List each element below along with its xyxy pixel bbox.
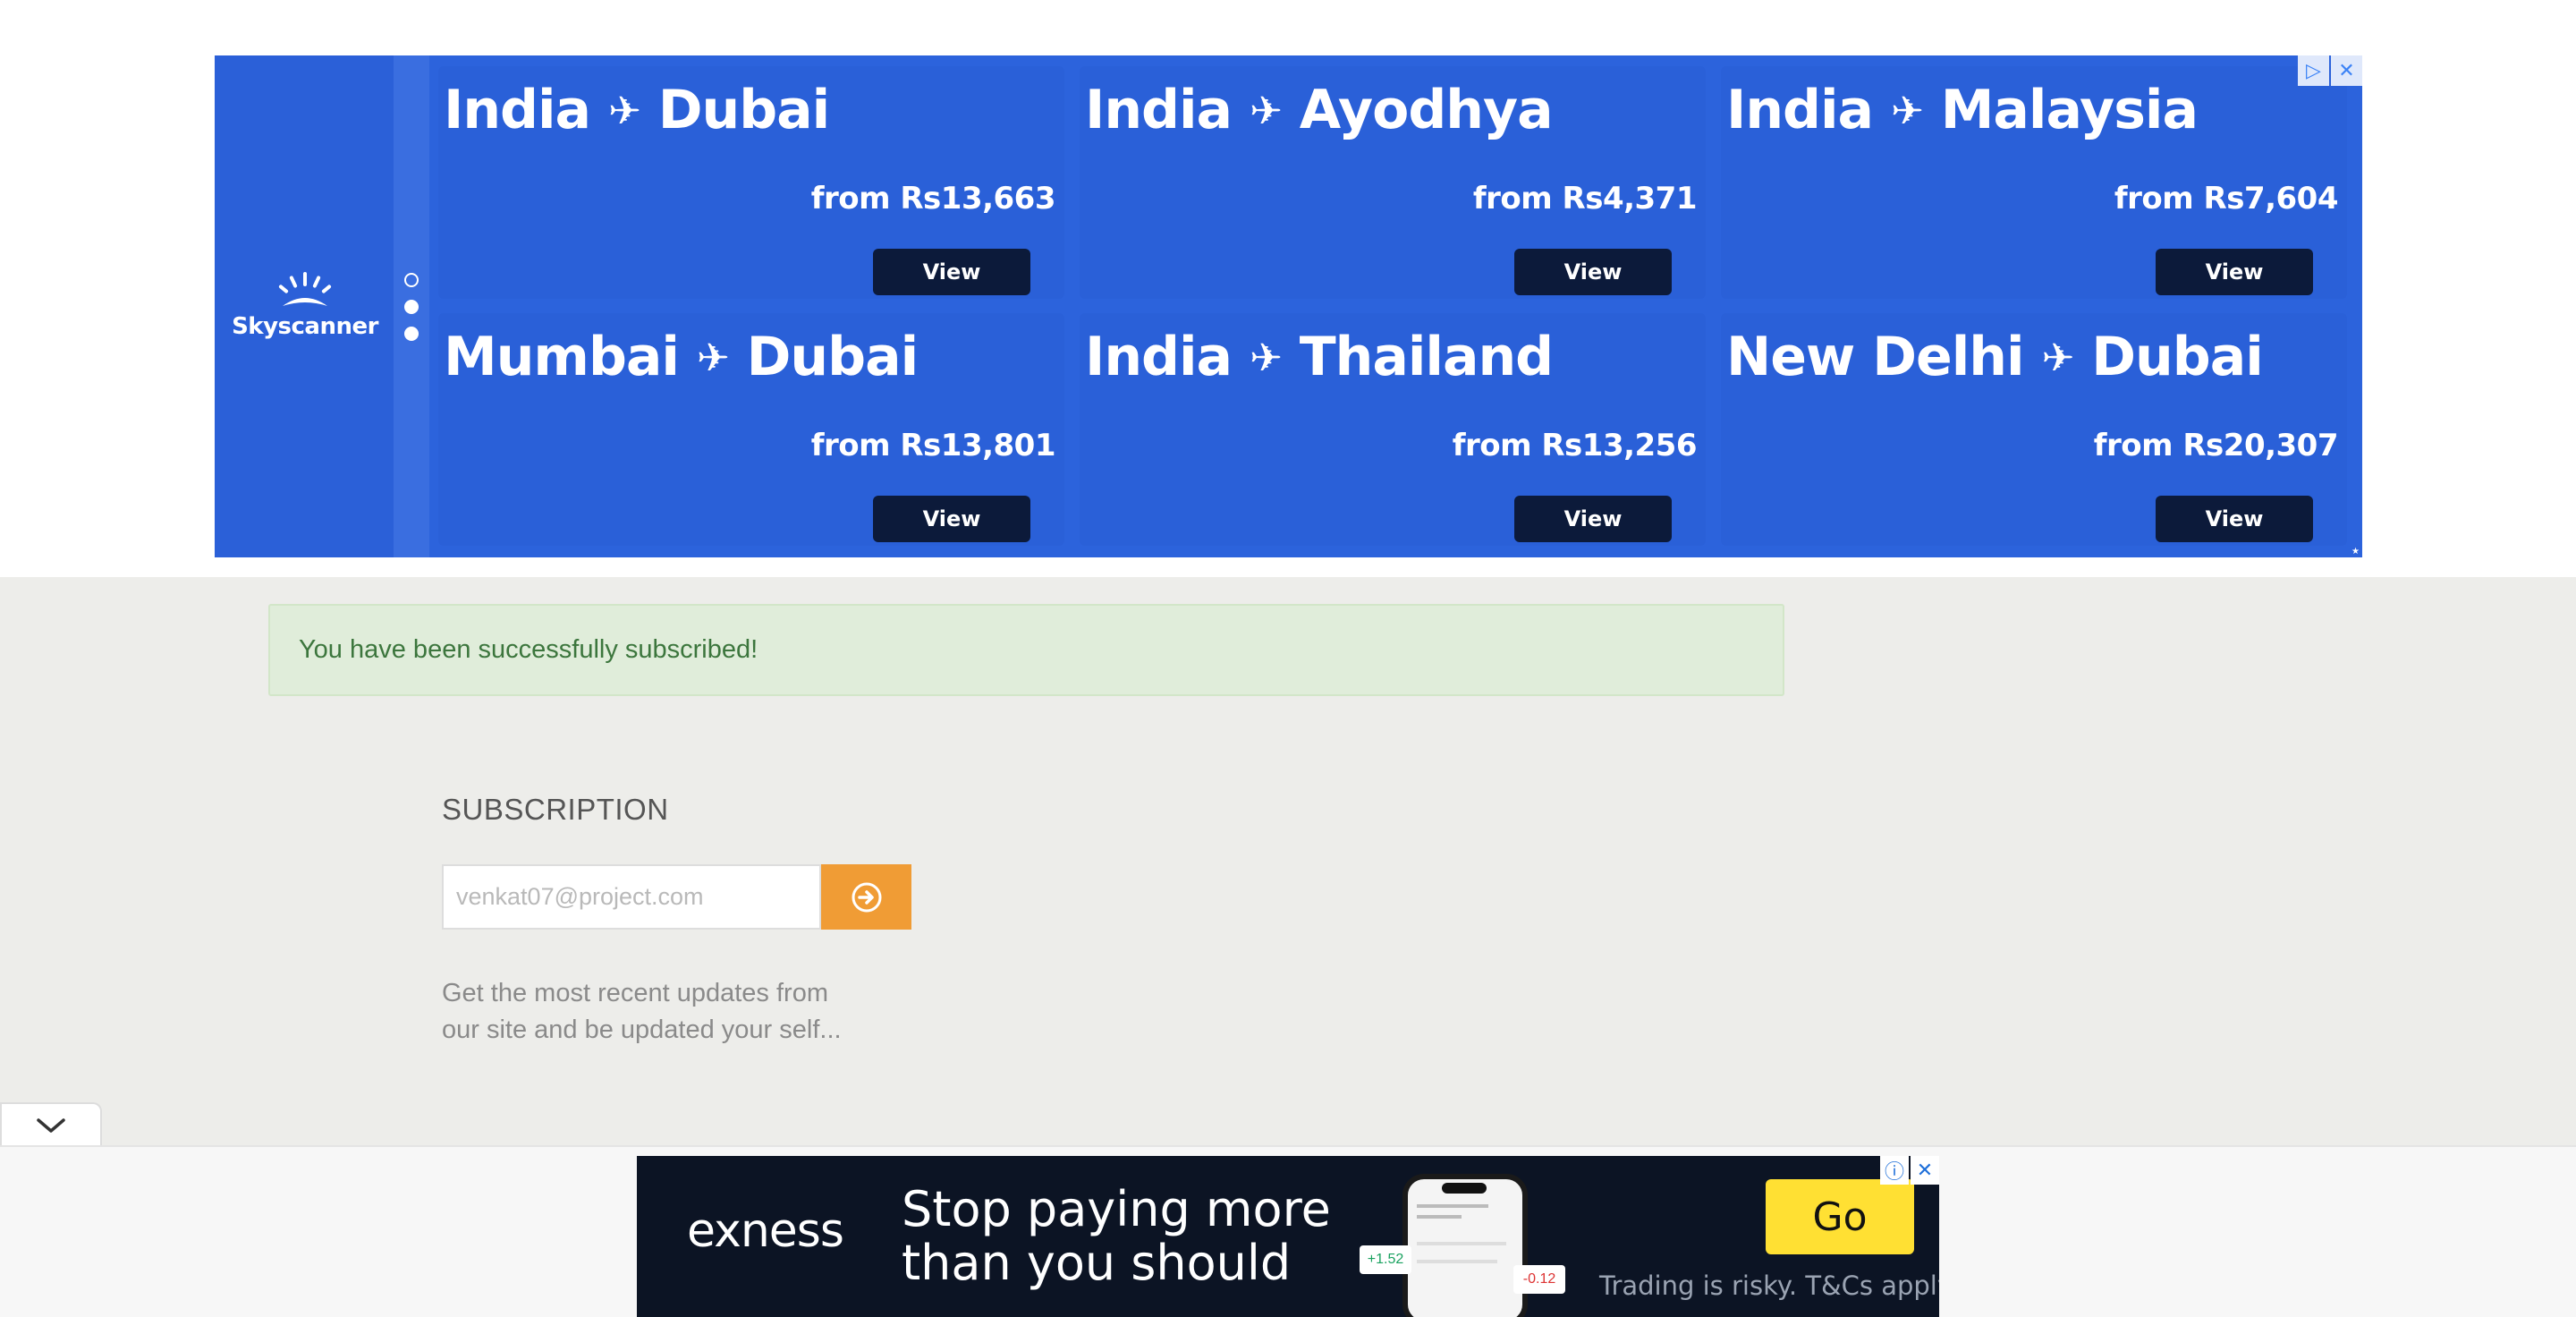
flight-deal-tile[interactable]: Mumbai ✈ Dubai from Rs13,801 View [438,313,1064,546]
ad-corner-marker-icon: ★ [2351,547,2360,557]
carousel-dot-2[interactable] [404,300,419,314]
ad-controls: ⓘ ✕ [1880,1156,1939,1185]
skyscanner-logo-text: Skyscanner [232,313,378,340]
route-price: from Rs13,663 [810,181,1056,217]
route-price: from Rs13,801 [810,428,1056,463]
route-price: from Rs7,604 [2114,181,2339,217]
close-icon[interactable]: ✕ [2331,55,2362,86]
adchoices-icon[interactable]: ▷ [2298,55,2329,86]
route-price: from Rs13,256 [1452,428,1698,463]
route-title: India ✈ Thailand [1085,326,1554,388]
carousel-dots [394,55,429,557]
flight-deals-grid: India ✈ Dubai from Rs13,663 View India ✈… [438,66,2347,546]
phone-image [1402,1174,1528,1317]
route-title: India ✈ Dubai [444,79,830,141]
ad-controls: ▷ ✕ [2298,55,2362,86]
success-alert: You have been successfully subscribed! [268,604,1784,696]
email-input[interactable] [442,864,821,930]
skyscanner-ad[interactable]: Skyscanner India ✈ Dubai from Rs13,663 V… [215,55,2362,557]
sunrise-icon [278,272,332,306]
plane-icon: ✈ [1890,89,1924,134]
chevron-down-icon [37,1118,65,1133]
view-button[interactable]: View [873,249,1030,295]
collapse-ad-tab[interactable] [0,1102,102,1147]
exness-logo: exness [687,1204,844,1258]
plane-icon: ✈ [2041,336,2074,381]
flight-deal-tile[interactable]: India ✈ Ayodhya from Rs4,371 View [1080,66,1706,299]
view-button[interactable]: View [2156,249,2313,295]
carousel-dot-3[interactable] [404,327,419,341]
route-title: India ✈ Malaysia [1726,79,2199,141]
subscription-description: Get the most recent updates from our sit… [442,979,842,1044]
view-button[interactable]: View [1514,249,1672,295]
exness-ad[interactable]: exness Stop paying more than you should … [637,1156,1939,1317]
flight-deal-tile[interactable]: India ✈ Thailand from Rs13,256 View [1080,313,1706,546]
route-price: from Rs4,371 [1472,181,1698,217]
plane-icon: ✈ [607,89,641,134]
info-icon[interactable]: ⓘ [1880,1156,1909,1185]
view-button[interactable]: View [2156,496,2313,542]
alert-message: You have been successfully subscribed! [299,635,758,664]
plane-icon: ✈ [1249,336,1283,381]
route-title: India ✈ Ayodhya [1085,79,1554,141]
flight-deal-tile[interactable]: India ✈ Malaysia from Rs7,604 View [1721,66,2347,299]
route-price: from Rs20,307 [2093,428,2339,463]
carousel-dot-1[interactable] [404,273,419,287]
subscribe-button[interactable] [821,864,911,930]
skyscanner-logo-column: Skyscanner [215,55,394,557]
plane-icon: ✈ [696,336,730,381]
flight-deal-tile[interactable]: New Delhi ✈ Dubai from Rs20,307 View [1721,313,2347,546]
flight-deal-tile[interactable]: India ✈ Dubai from Rs13,663 View [438,66,1064,299]
route-title: Mumbai ✈ Dubai [444,326,919,388]
risk-disclaimer: Trading is risky. T&Cs apply. [1599,1270,1939,1301]
arrow-circle-right-icon [852,882,881,912]
plane-icon: ✈ [1249,89,1283,134]
skyscanner-logo[interactable]: Skyscanner [229,270,381,342]
go-button[interactable]: Go [1766,1179,1914,1254]
price-tag-down: -0.12 [1513,1265,1565,1294]
exness-headline: Stop paying more than you should [902,1181,1331,1291]
view-button[interactable]: View [873,496,1030,542]
subscription-title: SUBSCRIPTION [442,793,669,826]
price-tag-up: +1.52 [1360,1245,1411,1274]
close-icon[interactable]: ✕ [1911,1156,1939,1185]
view-button[interactable]: View [1514,496,1672,542]
route-title: New Delhi ✈ Dubai [1726,326,2264,388]
